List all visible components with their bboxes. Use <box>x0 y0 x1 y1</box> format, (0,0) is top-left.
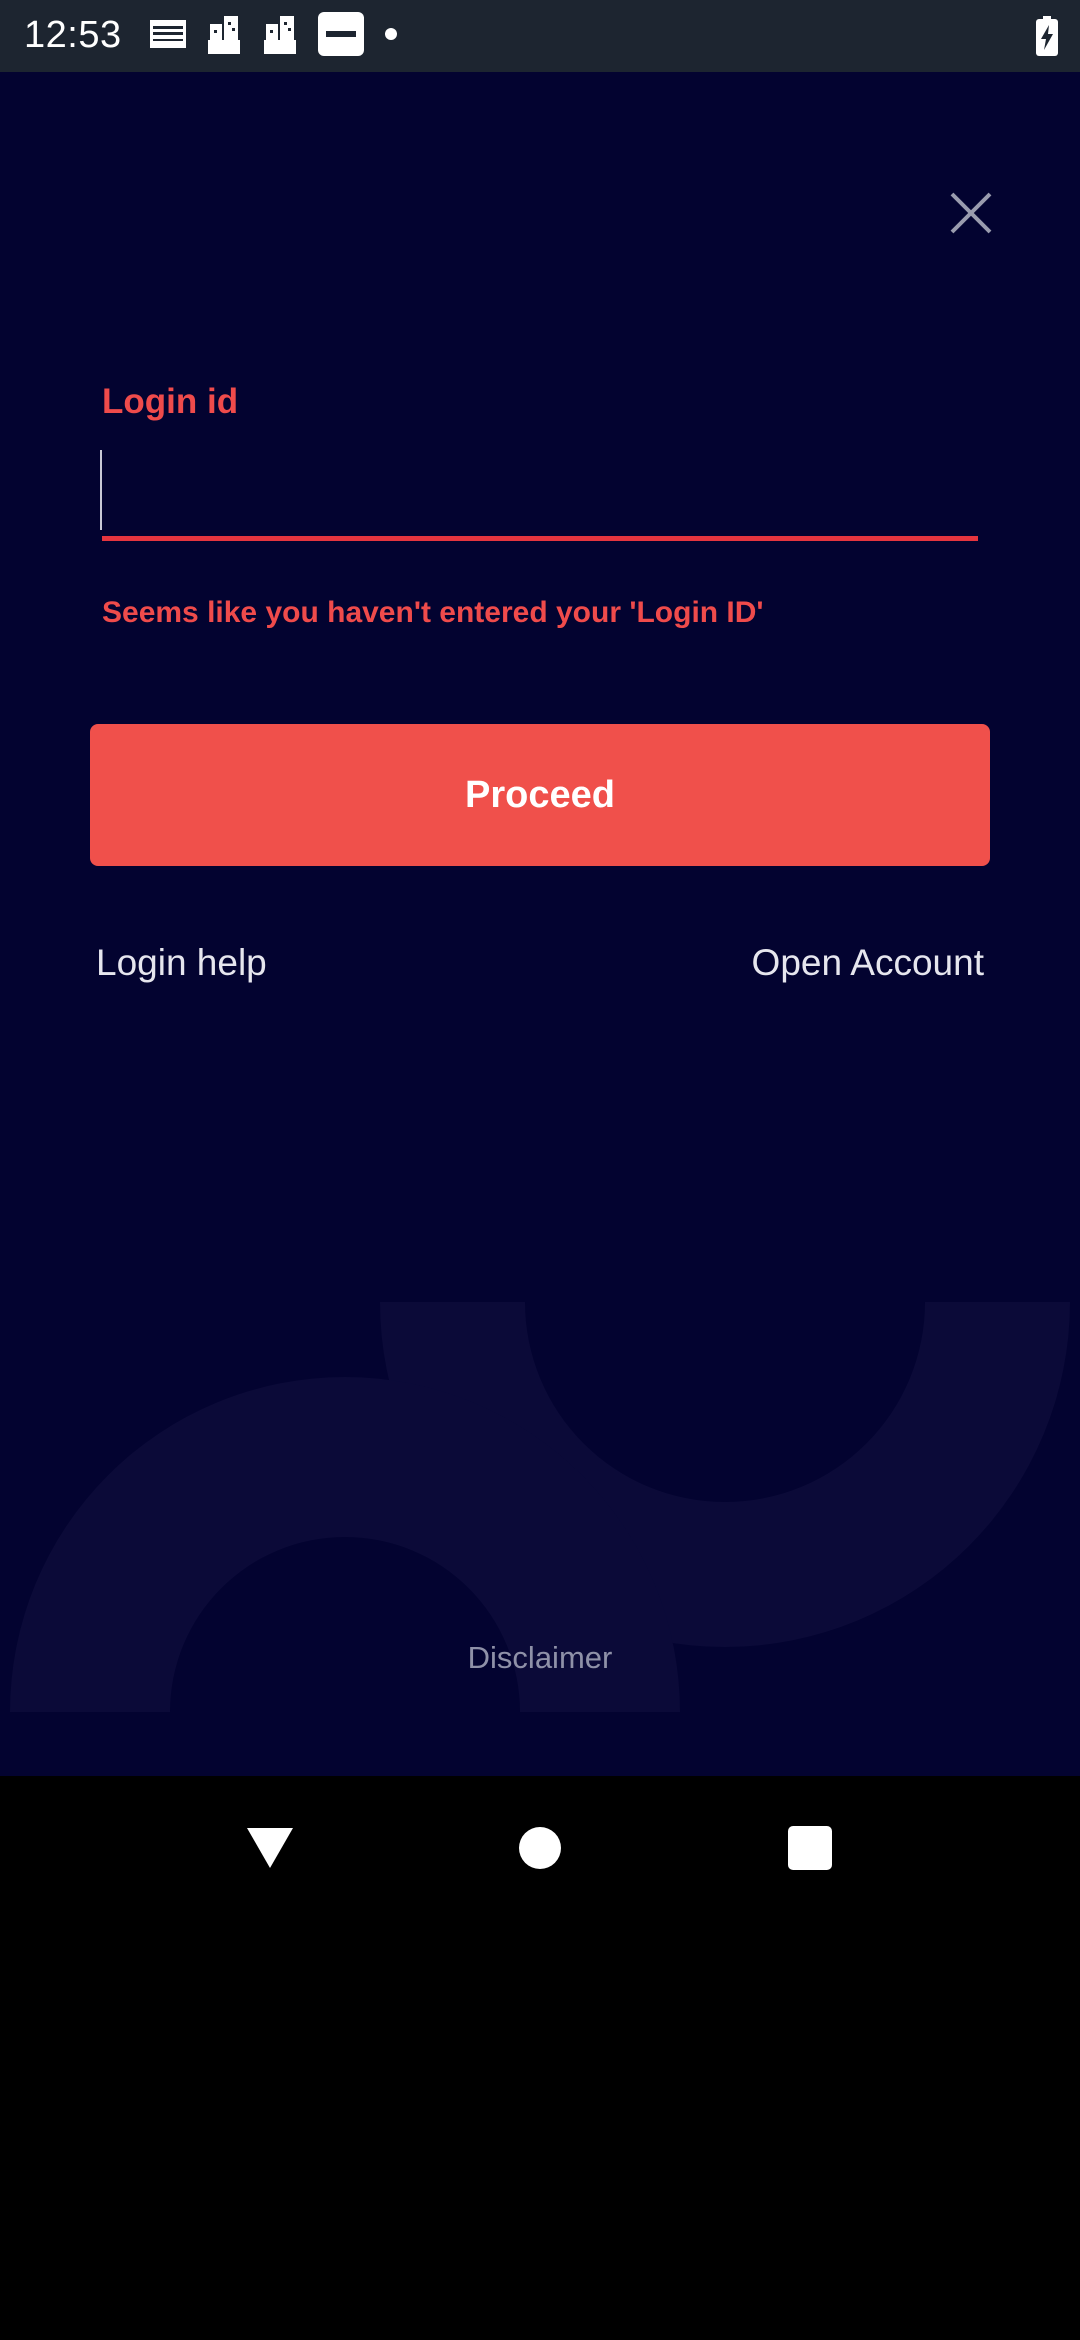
status-icons <box>150 11 418 61</box>
login-id-error-message: Seems like you haven't entered your 'Log… <box>102 596 764 629</box>
paytm-icon <box>318 11 364 61</box>
proceed-button[interactable]: Proceed <box>90 724 990 866</box>
login-help-link[interactable]: Login help <box>96 942 267 984</box>
back-button[interactable] <box>200 1776 340 1920</box>
recents-icon <box>788 1826 832 1870</box>
home-button[interactable] <box>470 1776 610 1920</box>
status-time: 12:53 <box>24 14 122 56</box>
battery-charging-icon <box>1036 16 1058 61</box>
login-id-input[interactable] <box>102 450 978 541</box>
recents-button[interactable] <box>740 1776 880 1920</box>
status-bar: 12:53 <box>0 0 1080 72</box>
open-account-link[interactable]: Open Account <box>752 942 984 984</box>
farm-bureau-icon <box>150 19 186 53</box>
phone-screen: 12:53 Login id Seems like you haven't en… <box>0 0 1080 2340</box>
disclaimer-link[interactable]: Disclaimer <box>0 1640 1080 1676</box>
login-screen: Login id Seems like you haven't entered … <box>0 72 1080 1776</box>
close-icon <box>950 192 992 234</box>
text-cursor <box>100 450 102 530</box>
close-button[interactable] <box>940 182 1002 244</box>
notification-dot-icon <box>384 27 398 46</box>
navigation-bar <box>0 1776 1080 1920</box>
building-icon <box>262 14 298 59</box>
back-icon <box>247 1828 293 1868</box>
background-decoration <box>10 1302 1070 1712</box>
building-icon <box>206 14 242 59</box>
login-id-label: Login id <box>102 382 239 421</box>
home-icon <box>519 1827 561 1869</box>
